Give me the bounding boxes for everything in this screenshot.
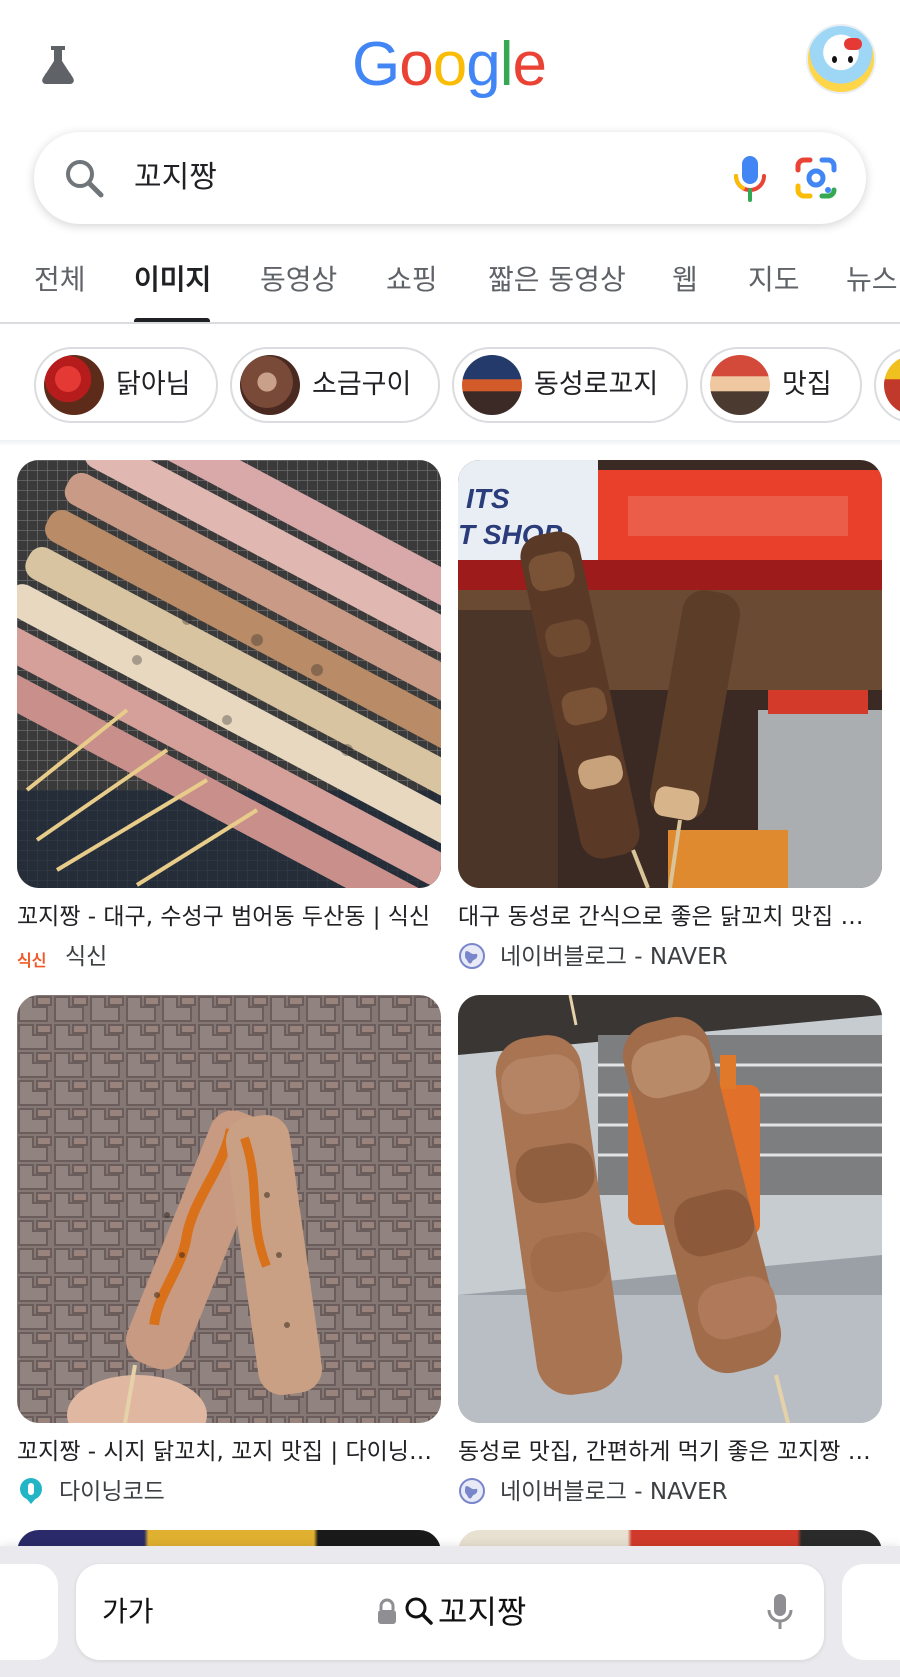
search-query[interactable]: 꼬지짱 [134, 156, 217, 200]
refinement-chips: 닭아님 소금구이 동성로꼬지 맛집 [0, 345, 900, 429]
globe-favicon [458, 942, 486, 970]
chip-refinement[interactable] [874, 347, 900, 423]
result-image[interactable]: ITS T SHOP [458, 460, 882, 888]
chip-thumbnail [884, 355, 900, 415]
chip-label: 닭아님 [116, 369, 191, 400]
chip-refinement[interactable]: 소금구이 [230, 347, 440, 423]
avatar-eye-shape [848, 56, 853, 63]
logo-letter: g [466, 30, 500, 99]
chip-refinement[interactable]: 동성로꼬지 [452, 347, 688, 423]
source-name: 네이버블로그 - NAVER [500, 944, 728, 970]
google-lens-icon[interactable] [792, 154, 840, 202]
search-tabs: 전체 이미지 동영상 쇼핑 짧은 동영상 웹 지도 뉴스 [0, 248, 900, 324]
chip-label: 맛집 [782, 369, 832, 400]
result-source[interactable]: 다이닝코드 [17, 1475, 165, 1509]
avatar-bow-shape [844, 38, 862, 50]
result-image[interactable] [17, 460, 441, 888]
tab-short-videos[interactable]: 짧은 동영상 [488, 260, 626, 300]
diningcode-favicon [17, 1477, 45, 1505]
lock-icon [376, 1598, 398, 1626]
result-title[interactable]: 동성로 맛집, 간편하게 먹기 좋은 꼬지짱 닭꼬치 [458, 1435, 882, 1469]
chip-thumbnail [240, 355, 300, 415]
result-image[interactable] [17, 995, 441, 1423]
top-bar: Google [0, 0, 900, 130]
section-divider [0, 440, 900, 446]
tab-shopping[interactable]: 쇼핑 [386, 260, 438, 300]
browser-toolbar: 가가 꼬지짱 [0, 1546, 900, 1677]
google-logo[interactable]: Google [352, 30, 552, 100]
tab-images[interactable]: 이미지 [134, 260, 211, 300]
next-tab-preview[interactable] [842, 1564, 900, 1660]
active-tab-indicator [134, 318, 210, 322]
tab-news[interactable]: 뉴스 [846, 260, 898, 300]
chip-refinement[interactable]: 맛집 [700, 347, 862, 423]
chip-thumbnail [462, 355, 522, 415]
source-name: 다이닝코드 [59, 1479, 165, 1505]
text-size-button[interactable]: 가가 [102, 1592, 154, 1632]
tab-maps[interactable]: 지도 [748, 260, 800, 300]
siksin-favicon: 식신 [17, 951, 47, 970]
tab-all[interactable]: 전체 [34, 260, 86, 300]
chip-refinement[interactable]: 닭아님 [34, 347, 218, 423]
globe-favicon [458, 1477, 486, 1505]
result-source[interactable]: 네이버블로그 - NAVER [458, 940, 728, 974]
search-icon[interactable] [62, 156, 106, 200]
address-bar[interactable]: 가가 꼬지짱 [76, 1564, 824, 1660]
tab-videos[interactable]: 동영상 [260, 260, 337, 300]
result-source[interactable]: 식신 식신 [17, 940, 107, 974]
search-box[interactable]: 꼬지짱 [34, 132, 866, 224]
tab-web[interactable]: 웹 [672, 260, 698, 300]
mic-icon[interactable] [766, 1592, 794, 1632]
svg-text:ITS: ITS [466, 483, 510, 514]
chip-thumbnail [710, 355, 770, 415]
url-text[interactable]: 꼬지짱 [438, 1590, 526, 1634]
mic-icon[interactable] [726, 152, 774, 204]
chip-label: 소금구이 [312, 369, 412, 400]
result-image[interactable] [458, 995, 882, 1423]
logo-letter: G [352, 30, 400, 99]
chip-thumbnail [44, 355, 104, 415]
result-source[interactable]: 네이버블로그 - NAVER [458, 1475, 728, 1509]
logo-letter: o [399, 30, 433, 99]
account-avatar[interactable] [806, 24, 876, 94]
search-icon [404, 1596, 434, 1626]
result-title[interactable]: 꼬지짱 - 시지 닭꼬치, 꼬지 맛집 | 다이닝코드 [17, 1435, 441, 1469]
result-title[interactable]: 대구 동성로 간식으로 좋은 닭꼬치 맛집 꼬지짱 [458, 900, 882, 934]
source-name: 네이버블로그 - NAVER [500, 1479, 728, 1505]
result-title[interactable]: 꼬지짱 - 대구, 수성구 범어동 두산동 | 식신 [17, 900, 441, 934]
flask-icon[interactable] [34, 40, 82, 88]
chip-label: 동성로꼬지 [534, 369, 659, 400]
avatar-eye-shape [832, 56, 837, 63]
logo-letter: e [512, 30, 546, 99]
logo-letter: l [499, 30, 514, 99]
previous-tab-preview[interactable] [0, 1564, 58, 1660]
source-name: 식신 [65, 944, 108, 970]
logo-letter: o [432, 30, 467, 99]
